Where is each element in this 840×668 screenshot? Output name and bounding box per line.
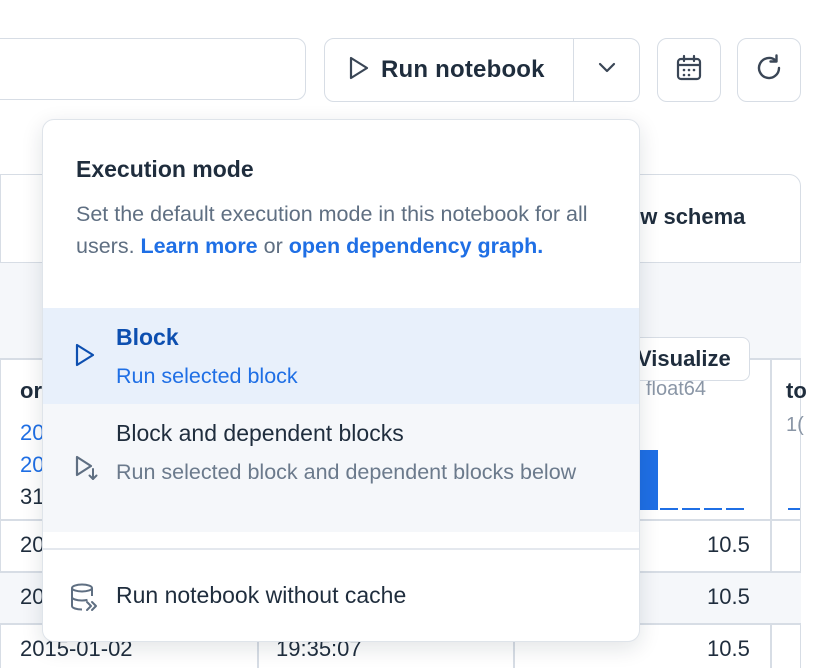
schedule-button[interactable]: [657, 38, 721, 102]
play-dependent-icon: [73, 454, 99, 487]
option-subtitle: Run selected block: [116, 364, 298, 388]
column-dtype: float64: [646, 378, 707, 400]
run-notebook-button[interactable]: Run notebook: [325, 39, 574, 101]
or-text: or: [263, 234, 283, 258]
cell-value: 10.5: [707, 636, 750, 661]
column-header: to: [786, 378, 807, 403]
cell-date: 20: [20, 532, 45, 557]
run-options-dropdown[interactable]: [574, 39, 639, 101]
chevron-down-icon: [597, 61, 617, 80]
option-block-and-dependents[interactable]: Block and dependent blocks Run selected …: [43, 404, 639, 532]
option-block[interactable]: Block Run selected block: [43, 308, 639, 404]
cell-text: 31: [20, 484, 45, 509]
option-title: Block and dependent blocks: [116, 420, 404, 446]
option-subtitle: Run selected block and dependent blocks …: [116, 460, 577, 484]
notebook-screen: Run notebook ew schema or 20 20 31 float…: [0, 0, 840, 668]
histogram-bar: [640, 450, 658, 510]
cell-date: 20: [20, 584, 45, 609]
refresh-icon: [754, 53, 784, 88]
play-icon: [73, 342, 97, 373]
view-schema-label[interactable]: ew schema: [628, 204, 745, 230]
search-input[interactable]: [0, 38, 306, 100]
cell-link[interactable]: 20: [20, 420, 44, 446]
menu-title: Execution mode: [76, 156, 254, 182]
histogram-baseline: [682, 508, 700, 510]
cell-value: 10.5: [707, 532, 750, 557]
visualize-button[interactable]: Visualize: [622, 337, 750, 381]
option-title: Block: [116, 324, 179, 350]
histogram-baseline: [660, 508, 678, 510]
column-header: or: [20, 378, 42, 403]
learn-more-link[interactable]: Learn more: [141, 234, 258, 258]
execution-mode-menu: Execution mode Set the default execution…: [42, 119, 640, 642]
run-without-cache-option[interactable]: Run notebook without cache: [43, 550, 639, 641]
column-dtype: 1(: [786, 414, 804, 436]
play-icon: [347, 55, 371, 86]
histogram-baseline: [704, 508, 722, 510]
open-dependency-graph-link[interactable]: open dependency graph.: [289, 234, 543, 258]
histogram-baseline: [788, 508, 800, 510]
run-notebook-label: Run notebook: [381, 56, 545, 83]
calendar-icon: [675, 54, 703, 87]
database-icon: [69, 582, 101, 619]
cell-value: 10.5: [707, 584, 750, 609]
histogram-baseline: [726, 508, 744, 510]
cell-link[interactable]: 20: [20, 452, 44, 478]
option-title: Run notebook without cache: [116, 582, 407, 608]
refresh-button[interactable]: [737, 38, 801, 102]
run-notebook-split-button: Run notebook: [324, 38, 640, 102]
menu-description: Set the default execution mode in this n…: [76, 198, 596, 262]
